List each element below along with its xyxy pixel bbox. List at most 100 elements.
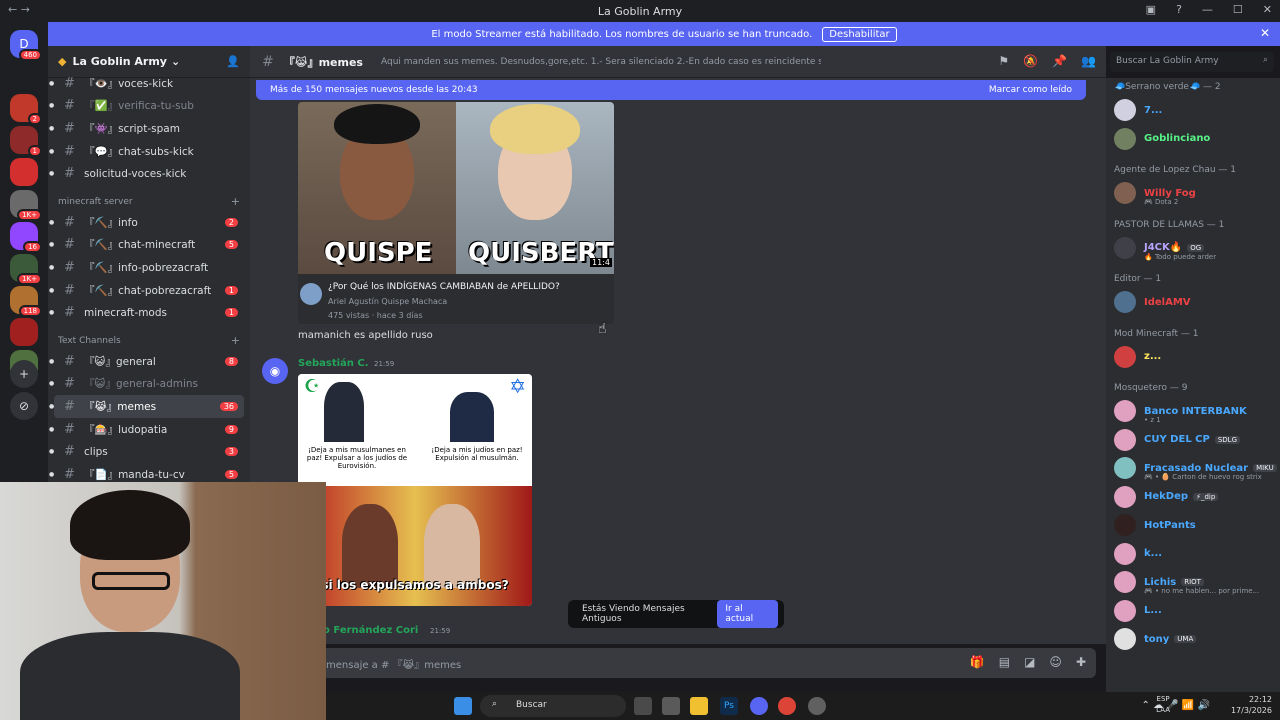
member-item[interactable]: Willy Fog 🎮 Dota 2 bbox=[1106, 179, 1280, 208]
channel-item[interactable]: ● # solicitud-voces-kick bbox=[49, 162, 244, 185]
gif-icon[interactable]: ▤ bbox=[999, 655, 1010, 669]
taskbar-search[interactable]: ⌕ Buscar bbox=[480, 695, 626, 717]
video-channel[interactable]: Ariel Agustín Quispe Machaca bbox=[328, 297, 447, 306]
gift-icon[interactable]: 🎁 bbox=[970, 655, 985, 669]
add-channel-icon[interactable]: + bbox=[231, 334, 240, 347]
member-item[interactable]: z... bbox=[1106, 343, 1280, 372]
channel-item[interactable]: ● # 『👾』script-spam bbox=[49, 117, 244, 140]
member-item[interactable]: Goblinciano bbox=[1106, 125, 1280, 154]
server-icon[interactable]: 16 bbox=[10, 222, 42, 253]
emoji-icon[interactable]: ☺ bbox=[1049, 655, 1062, 669]
task-view-icon[interactable] bbox=[634, 697, 652, 715]
new-messages-bar[interactable]: Más de 150 mensajes nuevos desde las 20:… bbox=[256, 80, 1086, 100]
channel-item[interactable]: ● # 『⛏️』info-pobrezacraft bbox=[49, 256, 244, 279]
server-icon[interactable] bbox=[10, 318, 38, 346]
message-author[interactable]: Sebastián C. bbox=[298, 358, 369, 369]
inbox-icon[interactable]: ▣ bbox=[1146, 3, 1156, 16]
unread-dot-icon: ● bbox=[49, 241, 55, 249]
avatar bbox=[1114, 291, 1136, 314]
members-icon[interactable]: 👥 bbox=[1081, 54, 1096, 68]
obs-icon[interactable] bbox=[808, 697, 826, 715]
close-button[interactable]: ✕ bbox=[1263, 3, 1272, 16]
server-icon[interactable] bbox=[10, 158, 38, 186]
member-name: HekDep bbox=[1144, 491, 1189, 503]
threads-icon[interactable]: ⚑ bbox=[998, 54, 1009, 68]
search-input[interactable]: Buscar La Goblin Army ⌕ bbox=[1110, 52, 1274, 72]
member-group-title: Mosquetero — 9 bbox=[1114, 383, 1188, 393]
channel-item[interactable]: ● # 『✅』verifica-tu-sub bbox=[49, 95, 244, 118]
file-explorer-icon[interactable] bbox=[690, 697, 708, 715]
member-item[interactable]: IdelAMV bbox=[1106, 288, 1280, 317]
server-icon[interactable]: D 460 bbox=[10, 30, 42, 61]
disable-button[interactable]: Deshabilitar bbox=[822, 26, 897, 42]
member-status: 🎮 Dota 2 bbox=[1144, 198, 1179, 206]
add-server-icon[interactable]: + bbox=[10, 360, 38, 388]
unread-dot-icon: ● bbox=[49, 402, 55, 410]
channel-item[interactable]: ● # 『⛏️』info 2 bbox=[49, 211, 244, 234]
clock-time: 22:12 bbox=[1248, 695, 1272, 704]
mark-read-button[interactable]: Marcar como leído bbox=[989, 85, 1072, 95]
banner-close-icon[interactable]: ✕ bbox=[1260, 26, 1270, 40]
minimize-button[interactable]: — bbox=[1202, 3, 1213, 16]
app-icon[interactable] bbox=[662, 697, 680, 715]
discord-icon[interactable] bbox=[750, 697, 768, 715]
channel-item[interactable]: ● # 『😺』general 8 bbox=[49, 350, 244, 373]
member-item[interactable]: Banco INTERBANK • z 1 bbox=[1106, 397, 1280, 426]
channel-item[interactable]: ● # 『⛏️』chat-minecraft 5 bbox=[49, 234, 244, 257]
channel-topic[interactable]: Aqui manden sus memes. Desnudos,gore,etc… bbox=[381, 57, 821, 67]
help-icon[interactable]: ? bbox=[1176, 3, 1182, 16]
pin-icon[interactable]: 📌 bbox=[1052, 54, 1067, 68]
invite-icon[interactable]: 👤 bbox=[226, 55, 240, 68]
windows-start-icon[interactable] bbox=[454, 697, 472, 715]
discord-avatar-icon[interactable]: ◉ bbox=[262, 358, 288, 384]
channel-item[interactable]: ● # 『💬』chat-subs-kick bbox=[49, 140, 244, 163]
discover-icon[interactable]: ⊘ bbox=[10, 392, 38, 420]
server-icon[interactable]: 2 bbox=[10, 94, 42, 125]
channel-item[interactable]: ● # 『🎰』ludopatia 9 bbox=[49, 418, 244, 441]
member-item[interactable]: tony UMA bbox=[1106, 625, 1280, 654]
chrome-icon[interactable] bbox=[778, 697, 796, 715]
member-item[interactable]: HekDep ⚡_dip bbox=[1106, 483, 1280, 512]
nav-arrows[interactable]: ← → bbox=[8, 3, 30, 16]
member-item[interactable]: J4CK🔥 OG 🔥 Todo puede arder bbox=[1106, 234, 1280, 263]
member-item[interactable]: Fracasado Nuclear MIKU 🎮 • 🥚 Carton de hue… bbox=[1106, 454, 1280, 483]
notifications-icon[interactable]: 🔕 bbox=[1023, 54, 1038, 68]
member-item[interactable]: k... bbox=[1106, 540, 1280, 569]
video-title[interactable]: ¿Por Qué los INDÍGENAS CAMBIABAN de APEL… bbox=[328, 282, 560, 292]
message-author[interactable]: cho Fernández Cori bbox=[310, 625, 418, 636]
channel-item[interactable]: ● # clips 3 bbox=[49, 440, 244, 463]
member-item[interactable]: CUY DEL CP SDLG bbox=[1106, 426, 1280, 455]
apps-icon[interactable]: ✚ bbox=[1076, 655, 1086, 669]
channel-label: 『⛏️』info-pobrezacraft bbox=[84, 261, 209, 274]
photoshop-icon[interactable]: Ps bbox=[720, 697, 738, 715]
maximize-button[interactable]: ☐ bbox=[1233, 3, 1243, 16]
language-indicator[interactable]: ESP LAA bbox=[1156, 694, 1170, 716]
tray-icons[interactable]: ⌃ ☁ 🎤 📶 🔊 bbox=[1142, 700, 1210, 711]
category-text-channels[interactable]: Text Channels + bbox=[48, 328, 250, 350]
channel-group-text: ● # 『😺』general 8 ● # 『😺』general-admins ● # 『😹』mem… bbox=[48, 350, 250, 486]
server-icon[interactable]: 118 bbox=[10, 286, 42, 317]
member-item[interactable]: Lichis RIOT 🎮 • no me hablen... por prime.… bbox=[1106, 568, 1280, 597]
member-item[interactable]: HotPants bbox=[1106, 511, 1280, 540]
server-icon[interactable]: 1K+ bbox=[10, 190, 42, 221]
server-icon[interactable]: 1 bbox=[10, 126, 42, 157]
meme-image[interactable]: ☪ ✡ ¡Deja a mis musulmanes en paz! Expul… bbox=[298, 374, 532, 606]
category-minecraft[interactable]: minecraft server + bbox=[48, 189, 250, 211]
add-channel-icon[interactable]: + bbox=[231, 195, 240, 208]
channel-item[interactable]: ● # minecraft-mods 1 bbox=[49, 301, 244, 324]
member-item[interactable]: L... bbox=[1106, 597, 1280, 626]
meme-caption-right: ¡Deja a mis judíos en paz! Expulsión al … bbox=[431, 446, 523, 462]
channel-item[interactable]: ● # 『⛏️』chat-pobrezacraft 1 bbox=[49, 279, 244, 302]
member-item[interactable]: 7... bbox=[1106, 96, 1280, 125]
server-icon[interactable]: 1K+ bbox=[10, 254, 42, 285]
channel-item[interactable]: ● # 『😹』memes 36 bbox=[49, 395, 244, 418]
youtube-embed[interactable]: QUISPE QUISBERT! 11:4 ¿Por Qué los INDÍG… bbox=[298, 102, 614, 324]
channel-item[interactable]: ● # 『👁️』voces-kick bbox=[49, 72, 244, 95]
member-list: 🧢Serrano verde🧢 — 2 7... Goblinciano Agente… bbox=[1106, 78, 1280, 692]
jump-to-present-button[interactable]: Ir al actual bbox=[717, 600, 778, 628]
sticker-icon[interactable]: ◪ bbox=[1024, 655, 1035, 669]
message-input[interactable]: mensaje a # 『😹』memes 🎁 ▤ ◪ ☺ ✚ bbox=[258, 648, 1096, 678]
clock[interactable]: 22:12 17/3/2026 bbox=[1231, 694, 1272, 716]
channel-item[interactable]: ● # 『😺』general-admins bbox=[49, 373, 244, 396]
member-name: HotPants bbox=[1144, 519, 1196, 531]
